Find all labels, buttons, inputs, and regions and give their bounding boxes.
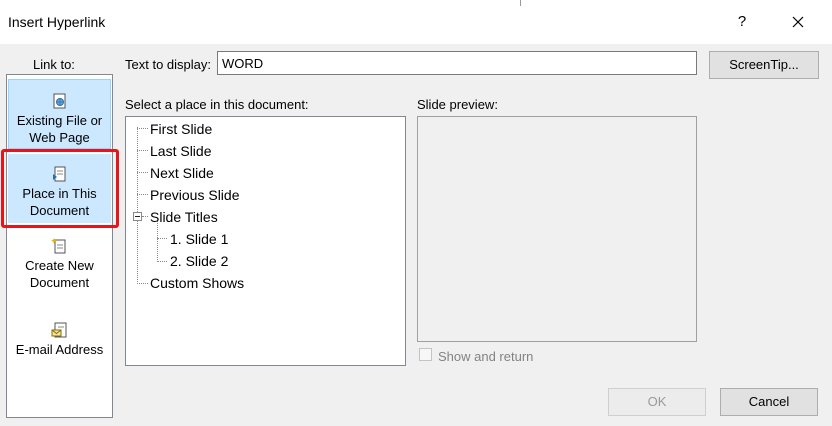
create-new-line1: Create New <box>25 258 94 273</box>
background-divider <box>520 0 521 6</box>
close-icon <box>792 16 804 28</box>
tree-item-first-slide[interactable]: First Slide <box>150 120 212 138</box>
existing-file-line2: Web Page <box>29 130 90 145</box>
tree-item-previous-slide[interactable]: Previous Slide <box>150 186 240 204</box>
tree-connector <box>157 261 167 262</box>
dialog-title: Insert Hyperlink <box>8 14 106 30</box>
link-to-panel: Existing File or Web Page Place in This … <box>6 74 113 418</box>
text-to-display-label: Text to display: <box>125 57 211 72</box>
tree-item-slide-titles[interactable]: Slide Titles <box>150 208 218 226</box>
tree-connector <box>142 216 148 217</box>
existing-file-line1: Existing File or <box>16 113 103 128</box>
tree-item-slide-1[interactable]: 1. Slide 1 <box>170 230 228 248</box>
tree-connector <box>137 172 148 173</box>
tree-connector-child <box>157 221 158 262</box>
close-button[interactable] <box>784 10 812 34</box>
help-button[interactable]: ? <box>730 10 754 34</box>
text-to-display-input[interactable] <box>217 51 697 75</box>
link-to-create-new-document[interactable]: Create New Document <box>8 233 111 303</box>
tree-connector <box>137 194 148 195</box>
select-place-label: Select a place in this document: <box>125 97 309 112</box>
place-tree[interactable]: First Slide Last Slide Next Slide Previo… <box>125 116 406 366</box>
tree-connector <box>137 283 148 284</box>
create-new-line2: Document <box>29 275 90 290</box>
screentip-button[interactable]: ScreenTip... <box>709 51 819 79</box>
tree-item-next-slide[interactable]: Next Slide <box>150 164 214 182</box>
email-address-icon <box>51 322 66 338</box>
cancel-button[interactable]: Cancel <box>720 388 818 416</box>
ok-button[interactable]: OK <box>608 388 706 416</box>
email-address-line1: E-mail Address <box>15 342 104 357</box>
tree-item-slide-2[interactable]: 2. Slide 2 <box>170 252 228 270</box>
show-and-return-checkbox[interactable] <box>419 348 432 361</box>
link-to-existing-file[interactable]: Existing File or Web Page <box>8 79 111 149</box>
link-to-label: Link to: <box>33 57 75 72</box>
slide-preview-label: Slide preview: <box>417 97 498 112</box>
tree-connector <box>137 150 148 151</box>
tree-item-custom-shows[interactable]: Custom Shows <box>150 274 244 292</box>
slide-preview-box <box>417 116 697 342</box>
selection-highlight-box <box>1 149 119 228</box>
tree-item-last-slide[interactable]: Last Slide <box>150 142 211 160</box>
existing-file-icon <box>53 93 65 109</box>
link-to-email-address[interactable]: E-mail Address <box>8 317 111 367</box>
create-new-document-icon <box>50 238 65 254</box>
tree-connector <box>157 238 167 239</box>
collapse-toggle-slide-titles[interactable] <box>133 212 142 221</box>
tree-connector <box>137 128 148 129</box>
show-and-return-label: Show and return <box>438 349 534 364</box>
title-bar: Insert Hyperlink ? <box>0 0 832 44</box>
